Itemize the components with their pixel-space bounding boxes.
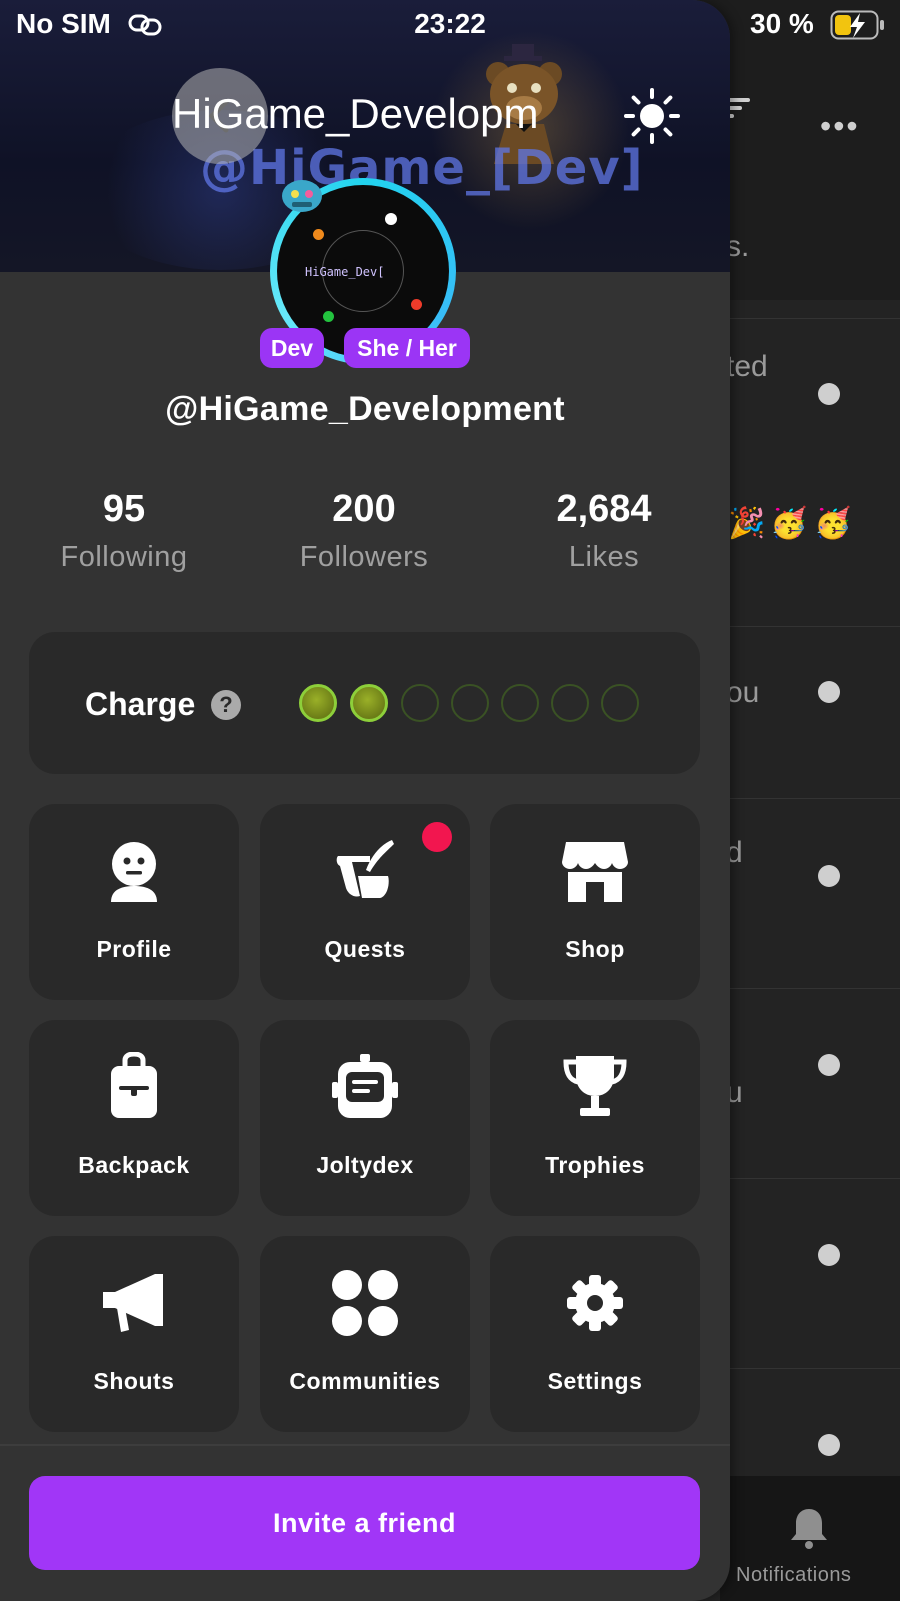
avatar-dot (385, 213, 397, 225)
invite-friend-button[interactable]: Invite a friend (29, 1476, 700, 1570)
tile-label: Shop (565, 936, 625, 962)
unread-dot (818, 383, 840, 405)
stat-value: 200 (332, 488, 396, 530)
list-divider (720, 988, 900, 989)
tile-label: Profile (96, 936, 172, 962)
tile-label: Shouts (93, 1368, 175, 1394)
face-icon (111, 842, 157, 902)
role-badge: Dev (260, 328, 324, 368)
avatar-dot (313, 229, 324, 240)
username: @HiGame_Development (165, 390, 565, 428)
battery-percent: 30 % (750, 8, 814, 39)
megaphone-icon (103, 1274, 163, 1332)
backpack-icon (111, 1052, 157, 1118)
unread-dot (818, 1054, 840, 1076)
pronoun-badge: She / Her (344, 328, 470, 368)
party-face-emoji: 🥳 (770, 507, 808, 540)
drawer-title: HiGame_Developm (172, 90, 539, 137)
tile-label: Settings (547, 1368, 643, 1394)
quill-scroll-icon (336, 840, 394, 898)
status-bar: No SIM 23:22 30 % (0, 0, 900, 52)
storefront-icon (562, 842, 628, 902)
stat-label: Likes (568, 541, 640, 573)
trophy-icon (563, 1056, 627, 1116)
stat-value: 95 (102, 488, 146, 530)
menu-tile-communities[interactable]: Communities (260, 1236, 470, 1432)
stat-following[interactable]: 95 Following (24, 488, 224, 574)
menu-tile-settings[interactable]: Settings (490, 1236, 700, 1432)
stat-label: Followers (299, 541, 429, 573)
charge-pip (451, 684, 489, 722)
charge-card[interactable]: Charge ? (29, 632, 700, 774)
stat-value: 2,684 (556, 488, 652, 530)
background-text: ou (726, 676, 760, 709)
list-divider (720, 1178, 900, 1179)
list-divider (720, 626, 900, 627)
four-dots-icon (332, 1270, 398, 1336)
menu-tile-profile[interactable]: Profile (29, 804, 239, 1000)
gear-icon (567, 1275, 623, 1331)
tile-label: Backpack (78, 1152, 190, 1178)
charge-pip (601, 684, 639, 722)
list-divider (720, 318, 900, 319)
list-divider (720, 798, 900, 799)
charge-pip (299, 684, 337, 722)
help-icon[interactable]: ? (211, 690, 241, 720)
avatar-dot (411, 299, 422, 310)
tile-label: Communities (289, 1368, 441, 1394)
stat-label: Following (60, 541, 188, 573)
avatar-dot (323, 311, 334, 322)
more-options-icon[interactable]: ••• (820, 108, 860, 145)
divider (0, 1444, 730, 1446)
robot-head-icon (282, 180, 322, 212)
unread-dot (818, 865, 840, 887)
avatar-text: HiGame_Dev[ (305, 265, 385, 279)
charge-pip (551, 684, 589, 722)
stat-likes[interactable]: 2,684 Likes (504, 488, 704, 574)
menu-tile-shouts[interactable]: Shouts (29, 1236, 239, 1432)
tab-notifications[interactable]: Notifications (736, 1564, 851, 1587)
charge-pip (401, 684, 439, 722)
menu-tile-joltydex[interactable]: Joltydex (260, 1020, 470, 1216)
bell-icon[interactable] (787, 1506, 831, 1550)
party-face-emoji: 🥳 (814, 507, 852, 540)
tile-label: Quests (324, 936, 406, 962)
charge-label: Charge (85, 686, 196, 722)
unread-dot (818, 1434, 840, 1456)
list-divider (720, 1368, 900, 1369)
charge-pip (501, 684, 539, 722)
robot-dex-icon (332, 1054, 398, 1118)
menu-tile-backpack[interactable]: Backpack (29, 1020, 239, 1216)
stat-followers[interactable]: 200 Followers (264, 488, 464, 574)
unread-dot (818, 681, 840, 703)
menu-tile-trophies[interactable]: Trophies (490, 1020, 700, 1216)
battery-charging-icon (830, 10, 884, 40)
charge-pip (350, 684, 388, 722)
menu-tile-shop[interactable]: Shop (490, 804, 700, 1000)
notification-dot (422, 822, 452, 852)
tile-label: Joltydex (316, 1152, 414, 1178)
party-popper-emoji: 🎉 (728, 507, 766, 540)
tile-label: Trophies (545, 1152, 645, 1178)
sun-icon[interactable] (624, 88, 680, 144)
unread-dot (818, 1244, 840, 1266)
side-drawer: @HiGame_[Dev] HiGame_Developm HiGame_Dev… (0, 0, 730, 1601)
banner-handle-watermark: @HiGame_[Dev] (200, 140, 644, 196)
background-text: ted (726, 350, 768, 383)
